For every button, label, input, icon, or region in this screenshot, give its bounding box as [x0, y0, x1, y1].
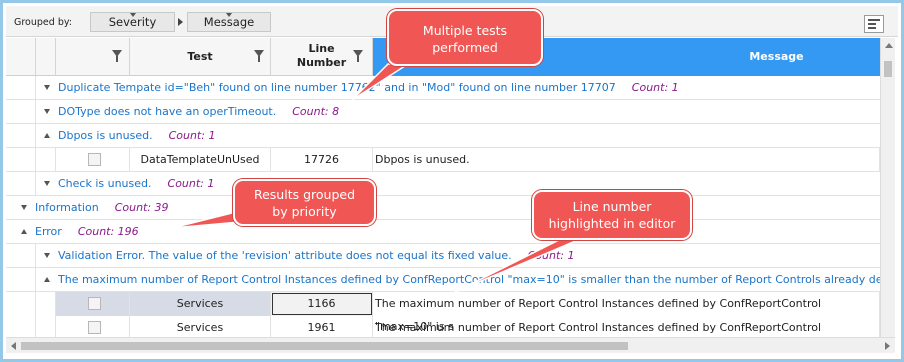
- expand-icon[interactable]: [44, 253, 50, 258]
- scroll-thumb[interactable]: [884, 61, 892, 77]
- filter-icon[interactable]: [254, 50, 264, 62]
- row-checkbox[interactable]: [88, 153, 101, 166]
- group-row[interactable]: Validation Error. The value of the 'revi…: [6, 244, 880, 268]
- group-row[interactable]: The maximum number of Report Control Ins…: [6, 268, 880, 292]
- vertical-scrollbar[interactable]: [880, 38, 895, 338]
- group-row[interactable]: Duplicate Tempate id="Beh" found on line…: [6, 76, 880, 100]
- header-indent: [36, 38, 56, 76]
- scroll-thumb[interactable]: [21, 342, 628, 350]
- callout-grouped-priority: Results grouped by priority: [233, 179, 376, 226]
- table-row[interactable]: DataTemplateUnUsed 17726 Dbpos is unused…: [6, 148, 880, 172]
- table-row[interactable]: Services 1961 The maximum number of Repo…: [6, 316, 880, 337]
- expand-icon[interactable]: [44, 109, 50, 114]
- severity-group-information[interactable]: Information Count: 39: [6, 196, 880, 220]
- sort-indicator-icon: [226, 13, 232, 17]
- expand-icon[interactable]: [21, 205, 27, 210]
- header-select[interactable]: [56, 38, 130, 76]
- group-row[interactable]: DOType does not have an operTimeout. Coun…: [6, 100, 880, 124]
- sort-indicator-icon: [129, 13, 136, 17]
- chevron-right-icon: [178, 18, 183, 26]
- expand-icon[interactable]: [44, 85, 50, 90]
- scroll-up-icon[interactable]: [885, 43, 893, 48]
- horizontal-scrollbar[interactable]: [6, 337, 895, 353]
- header-line-number[interactable]: Line Number: [271, 38, 373, 76]
- grid-body: Duplicate Tempate id="Beh" found on line…: [6, 76, 880, 337]
- filter-icon[interactable]: [353, 50, 363, 62]
- row-checkbox[interactable]: [88, 297, 101, 310]
- callout-multiple-tests: Multiple tests performed: [387, 9, 543, 66]
- severity-group-error[interactable]: Error Count: 196: [6, 220, 880, 244]
- column-chooser-icon[interactable]: [864, 15, 884, 33]
- table-row[interactable]: Services 1166 The maximum number of Repo…: [6, 292, 880, 333]
- grouped-by-label: Grouped by:: [14, 17, 72, 28]
- collapse-icon[interactable]: [44, 133, 50, 138]
- collapse-icon[interactable]: [44, 277, 50, 282]
- group-chip-severity[interactable]: Severity: [90, 12, 175, 32]
- group-chip-message[interactable]: Message: [187, 12, 271, 32]
- row-checkbox[interactable]: [88, 321, 101, 334]
- line-number-cell[interactable]: 1166: [271, 292, 373, 316]
- header-indent: [6, 38, 36, 76]
- group-row[interactable]: Dbpos is unused. Count: 1: [6, 124, 880, 148]
- collapse-icon[interactable]: [21, 229, 27, 234]
- scroll-right-icon[interactable]: [885, 342, 890, 350]
- expand-icon[interactable]: [44, 181, 50, 186]
- header-test[interactable]: Test: [130, 38, 271, 76]
- group-row[interactable]: Check is unused. Count: 1: [6, 172, 880, 196]
- scroll-left-icon[interactable]: [11, 342, 16, 350]
- callout-line-highlight: Line number highlighted in editor: [532, 190, 692, 240]
- filter-icon[interactable]: [112, 50, 122, 62]
